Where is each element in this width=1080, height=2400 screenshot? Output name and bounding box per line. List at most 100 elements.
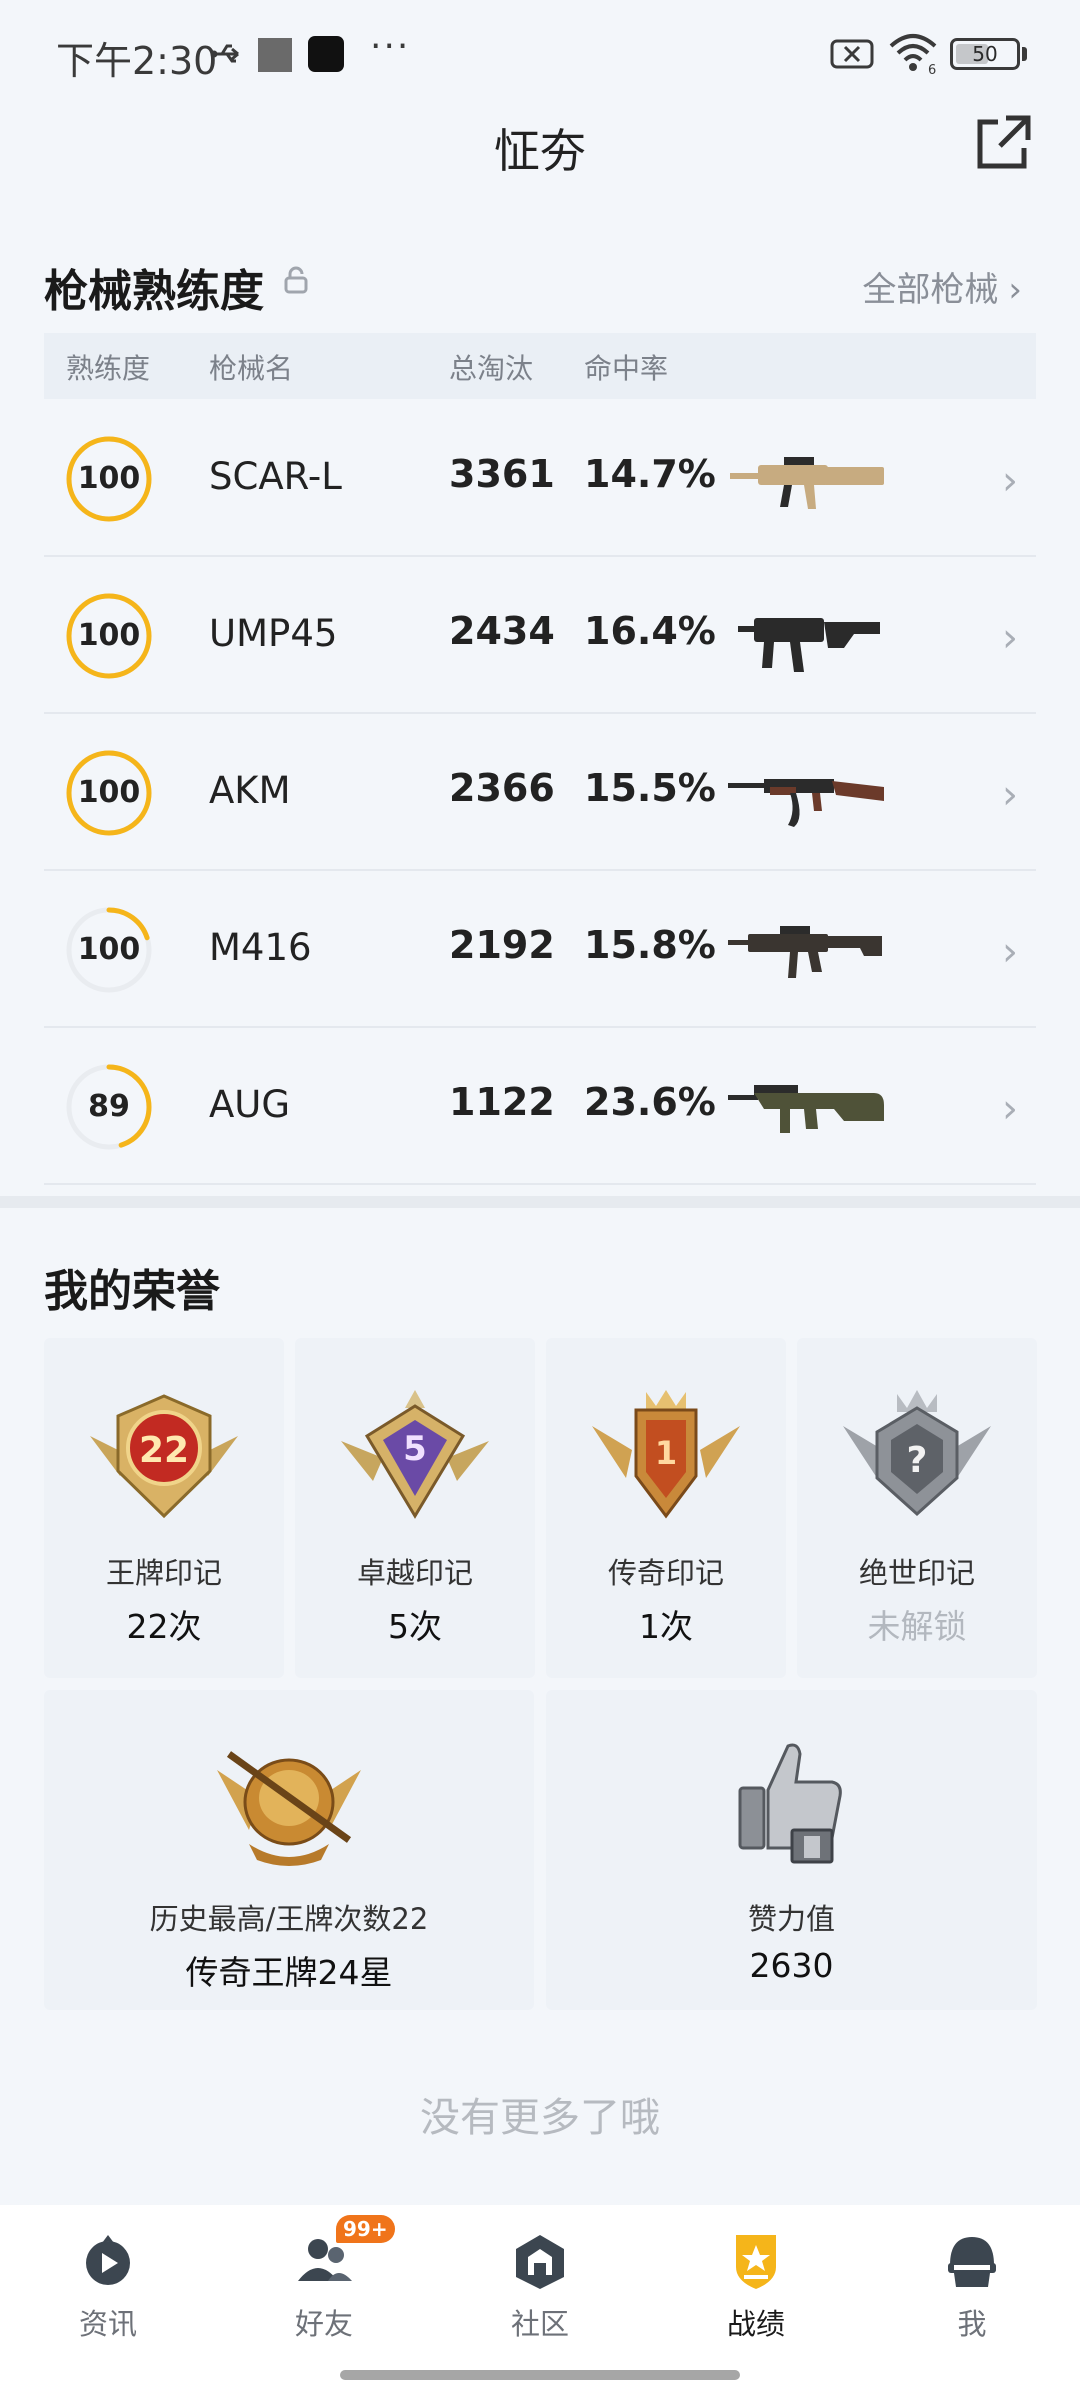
gun-row[interactable]: 100 AKM 2366 15.5% › [44, 714, 1036, 871]
all-guns-label: 全部枪械 [862, 270, 999, 310]
gun-row[interactable]: 100 SCAR-L 3361 14.7% › [44, 400, 1036, 557]
tab-label: 资讯 [78, 2307, 137, 2341]
excellence-badge-number: 5 [403, 1429, 427, 1469]
gun-accuracy: 15.5% [584, 766, 716, 810]
gun-row[interactable]: 100 M416 2192 15.8% › [44, 871, 1036, 1028]
home-indicator[interactable] [340, 2370, 740, 2380]
legend-mark-badge-icon: 1 [592, 1390, 740, 1519]
honor-card-excellence[interactable]: 5 卓越印记 5次 [295, 1338, 535, 1678]
col-mastery: 熟练度 [66, 352, 151, 385]
gun-accuracy: 14.7% [584, 452, 716, 496]
gun-row[interactable]: 100 UMP45 2434 16.4% › [44, 557, 1036, 714]
peerless-mark-badge-icon: ? [843, 1390, 991, 1517]
no-more-text: 没有更多了哦 [420, 2095, 660, 2141]
section-divider [0, 1196, 1080, 1208]
gun-name: AUG [209, 1083, 291, 1126]
helmet-icon [948, 2237, 996, 2287]
tab-label: 好友 [294, 2307, 353, 2341]
status-time: 下午2:30 [56, 39, 218, 83]
likes-label: 赞力值 [747, 1902, 835, 1936]
usb-icon [210, 44, 239, 63]
all-guns-link[interactable]: 全部枪械 › [862, 262, 1022, 311]
tab-record[interactable]: 战绩 [648, 2205, 864, 2355]
peerless-badge-number: ? [907, 1440, 928, 1481]
friends-count-badge: 99+ [336, 2215, 395, 2243]
aug-rifle-icon [728, 1085, 884, 1133]
gun-kills: 3361 [449, 452, 555, 496]
tab-label: 战绩 [726, 2307, 785, 2341]
col-gun-name: 枪械名 [209, 352, 294, 385]
gun-kills: 2366 [449, 766, 555, 810]
gun-row[interactable]: 89 AUG 1122 23.6% › [44, 1028, 1036, 1185]
tab-news[interactable]: 资讯 [0, 2205, 216, 2355]
honor-count-locked: 未解锁 [867, 1607, 967, 1646]
honor-name: 传奇印记 [607, 1556, 724, 1590]
notification-icon [258, 38, 292, 72]
mastery-value: 100 [77, 618, 141, 653]
chevron-right-icon: › [1002, 615, 1018, 661]
chevron-right-icon: › [1002, 1086, 1018, 1132]
battery-icon: 50 [950, 38, 1020, 70]
mastery-value: 100 [77, 932, 141, 967]
honor-count: 1次 [639, 1607, 693, 1646]
honor-name: 卓越印记 [356, 1556, 473, 1590]
app-notification-icon [308, 36, 344, 72]
battery-level: 50 [972, 42, 998, 66]
record-shield-icon [736, 2235, 776, 2289]
legend-badge-number: 1 [655, 1434, 677, 1472]
likes-value: 2630 [749, 1946, 834, 1985]
ump45-smg-icon [738, 618, 880, 672]
chevron-right-icon: › [1002, 772, 1018, 818]
gun-accuracy: 23.6% [584, 1080, 716, 1124]
status-bar: 下午2:30 ··· 6 50 [0, 0, 1080, 110]
gun-table-header: 熟练度 枪械名 总淘汰 命中率 [44, 333, 1036, 399]
honor-name: 王牌印记 [105, 1556, 222, 1590]
col-kills: 总淘汰 [449, 352, 534, 385]
honor-count: 5次 [388, 1607, 442, 1646]
honor-card-peerless[interactable]: ? 绝世印记 未解锁 [797, 1338, 1037, 1678]
tab-me[interactable]: 我 [864, 2205, 1080, 2355]
best-rank-label: 历史最高/王牌次数22 [149, 1902, 429, 1936]
tab-label: 我 [957, 2307, 987, 2341]
tab-community[interactable]: 社区 [432, 2205, 648, 2355]
col-accuracy: 命中率 [584, 352, 669, 385]
tab-label: 社区 [510, 2307, 569, 2341]
wifi-label: 6 [928, 63, 936, 76]
no-sim-icon [830, 39, 874, 69]
wifi-icon: 6 [889, 34, 937, 76]
honor-name: 绝世印记 [858, 1556, 975, 1590]
gun-name: SCAR-L [209, 455, 342, 498]
gun-accuracy: 16.4% [584, 609, 716, 653]
likes-card[interactable]: 赞力值 2630 [546, 1690, 1037, 2010]
legend-ace-rank-icon [217, 1751, 361, 1866]
honor-card-ace[interactable]: 22 王牌印记 22次 [44, 1338, 284, 1678]
excellence-mark-badge-icon: 5 [341, 1390, 489, 1519]
more-notifications-icon: ··· [370, 26, 411, 67]
gun-name: UMP45 [209, 612, 338, 655]
gun-accuracy: 15.8% [584, 923, 716, 967]
news-play-icon [86, 2235, 130, 2285]
mastery-value: 89 [88, 1089, 130, 1124]
m416-rifle-icon [728, 926, 882, 978]
chevron-right-icon: › [1008, 270, 1022, 310]
honor-card-legend[interactable]: 1 传奇印记 1次 [546, 1338, 786, 1678]
gun-mastery-title: 枪械熟练度 [44, 266, 264, 317]
gun-kills: 2192 [449, 923, 555, 967]
tab-friends[interactable]: 99+ 好友 [216, 2205, 432, 2355]
page-title: 怔夯 [494, 124, 586, 178]
gun-name: AKM [209, 769, 291, 812]
best-rank-value: 传奇王牌24星 [185, 1953, 393, 1992]
honor-count: 22次 [126, 1607, 202, 1646]
share-icon[interactable] [972, 110, 1036, 174]
akm-rifle-icon [728, 779, 884, 827]
mastery-value: 100 [77, 775, 141, 810]
gun-kills: 1122 [449, 1080, 555, 1124]
ace-badge-number: 22 [139, 1430, 189, 1471]
scar-l-rifle-icon [730, 457, 884, 509]
lock-icon[interactable] [283, 266, 309, 294]
ace-mark-badge-icon: 22 [90, 1394, 238, 1519]
gun-name: M416 [209, 926, 312, 969]
chevron-right-icon: › [1002, 458, 1018, 504]
mastery-value: 100 [77, 461, 141, 496]
best-rank-card[interactable]: 历史最高/王牌次数22 传奇王牌24星 [44, 1690, 534, 2010]
